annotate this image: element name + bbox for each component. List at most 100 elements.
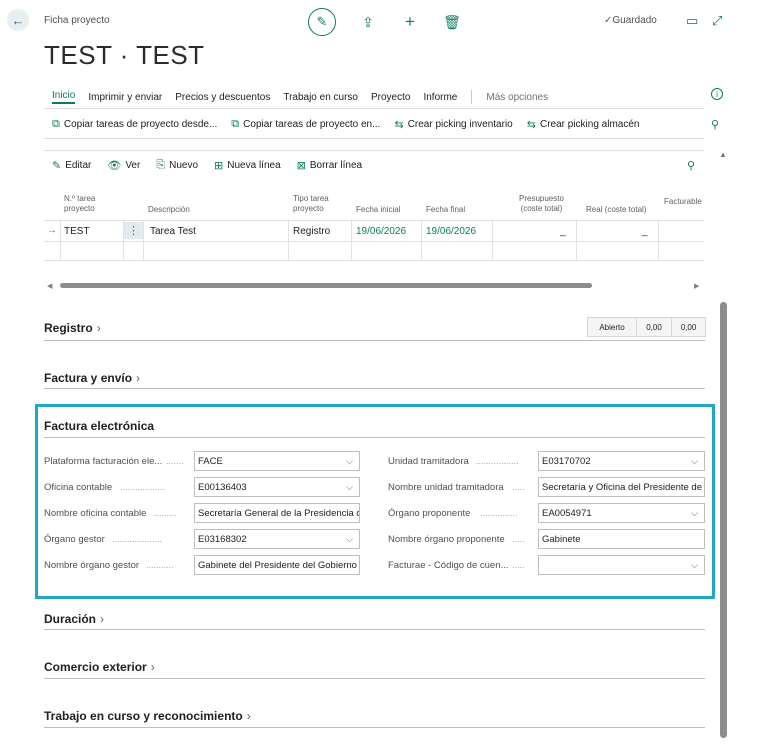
edit-mode-button[interactable]: ✎	[308, 8, 336, 36]
row-actual[interactable]: _	[642, 226, 648, 237]
chevron-right-icon: ›	[246, 709, 251, 723]
label-leader-dots: .....	[512, 560, 525, 570]
row-end-date[interactable]: 19/06/2026	[426, 226, 476, 237]
section-factura-envio[interactable]: Factura y envío ›	[44, 371, 140, 385]
plataforma-select[interactable]: FACE ⌵	[194, 451, 360, 471]
col-header-end-date[interactable]: Fecha final	[426, 205, 465, 215]
pencil-icon: ✎	[52, 160, 62, 172]
section-registro[interactable]: Registro ›	[44, 321, 101, 335]
lines-pin-icon[interactable]: ⚲	[687, 159, 695, 172]
row-task-no[interactable]: TEST	[64, 226, 90, 237]
label-leader-dots: ...........	[146, 560, 174, 570]
section-comercio-exterior[interactable]: Comercio exterior ›	[44, 660, 155, 674]
lines-top-border	[44, 150, 704, 151]
create-warehouse-pick-button[interactable]: ⇆ Crear picking almacén	[527, 118, 640, 131]
tab-mas-opciones[interactable]: Más opciones	[486, 92, 548, 103]
nav-divider	[44, 108, 704, 109]
copy-icon: ⧉	[52, 118, 60, 130]
add-icon[interactable]: +	[400, 12, 420, 32]
vertical-scrollbar[interactable]	[720, 302, 727, 738]
view-line-button[interactable]: 👁 Ver	[107, 159, 140, 172]
share-icon[interactable]: ⇪	[358, 14, 378, 31]
scroll-right-arrow[interactable]: ▶	[694, 282, 699, 290]
copy-icon: ⧉	[231, 118, 240, 130]
pin-icon[interactable]: ⚲	[711, 118, 719, 131]
oficina-contable-select[interactable]: E00136403 ⌵	[194, 477, 360, 497]
copy-tasks-to-button[interactable]: ⧉ Copiar tareas de proyecto en...	[231, 118, 380, 131]
nombre-oficina-contable-field[interactable]: Secretaría General de la Presidencia d	[194, 503, 360, 523]
section-divider	[44, 388, 705, 389]
open-new-window-icon[interactable]: ▭	[686, 13, 698, 29]
label-leader-dots: .....	[512, 534, 525, 544]
info-icon[interactable]: i	[711, 88, 723, 100]
field-label-nombre-organo-gestor: Nombre órgano gestor	[44, 560, 140, 571]
actions-divider	[44, 138, 704, 139]
field-label-plataforma: Plataforma facturación ele...	[44, 456, 163, 467]
scroll-up-arrow[interactable]: ▲	[719, 150, 727, 159]
label-leader-dots: .....	[512, 482, 525, 492]
facturae-codigo-select[interactable]: ⌵	[538, 555, 705, 575]
nombre-unidad-tramitadora-field[interactable]: Secretaría y Oficina del Presidente de	[538, 477, 705, 497]
row-task-type[interactable]: Registro	[293, 226, 330, 237]
new-button[interactable]: ⎘ Nuevo	[156, 159, 198, 172]
grid-col-border	[658, 220, 659, 260]
status-badge: Abierto	[599, 322, 625, 332]
col-header-billable[interactable]: Facturable	[664, 197, 702, 207]
section-duracion[interactable]: Duración ›	[44, 612, 104, 626]
tab-precios-descuentos[interactable]: Precios y descuentos	[175, 92, 270, 103]
edit-line-button[interactable]: ✎ Editar	[52, 159, 91, 172]
section-divider	[44, 727, 705, 728]
tab-inicio[interactable]: Inicio	[52, 90, 76, 104]
delete-line-button[interactable]: ⊠ Borrar línea	[297, 159, 362, 172]
chevron-right-icon: ›	[96, 321, 101, 335]
create-inventory-pick-button[interactable]: ⇆ Crear picking inventario	[394, 118, 512, 131]
nombre-organo-gestor-field[interactable]: Gabinete del Presidente del Gobierno	[194, 555, 360, 575]
back-button[interactable]: ←	[7, 9, 29, 31]
saved-status: ✓Guardado	[604, 15, 657, 26]
scroll-left-arrow[interactable]: ◀	[47, 282, 52, 290]
field-label-nombre-unidad-tramitadora: Nombre unidad tramitadora	[388, 482, 504, 493]
delete-line-icon: ⊠	[296, 160, 306, 172]
col-header-task-type[interactable]: Tipo tarea proyecto	[293, 194, 329, 214]
grid-row-border	[44, 260, 704, 261]
row-budget[interactable]: _	[560, 226, 566, 237]
horizontal-scrollbar[interactable]	[60, 283, 592, 288]
grid-col-border	[492, 220, 493, 260]
col-header-start-date[interactable]: Fecha inicial	[356, 205, 400, 215]
organo-gestor-select[interactable]: E03168302 ⌵	[194, 529, 360, 549]
tab-trabajo-curso[interactable]: Trabajo en curso	[283, 92, 358, 103]
copy-tasks-from-button[interactable]: ⧉ Copiar tareas de proyecto desde...	[52, 118, 217, 131]
unidad-tramitadora-select[interactable]: E03170702 ⌵	[538, 451, 705, 471]
nombre-organo-proponente-field[interactable]: Gabinete	[538, 529, 705, 549]
field-label-organo-proponente: Órgano proponente	[388, 508, 471, 519]
chevron-down-icon: ⌵	[691, 508, 698, 518]
tab-proyecto[interactable]: Proyecto	[371, 92, 410, 103]
section-divider	[44, 629, 705, 630]
action-tabs: Inicio Imprimir y enviar Precios y descu…	[52, 90, 561, 104]
col-header-actual[interactable]: Real (coste total)	[586, 205, 646, 215]
grid-col-border	[288, 220, 289, 260]
chevron-down-icon: ⌵	[346, 482, 353, 492]
grid-col-border	[143, 220, 144, 260]
label-leader-dots: .........	[154, 508, 177, 518]
label-leader-dots: ..................	[120, 482, 166, 492]
col-header-budget[interactable]: Presupuesto (coste total)	[519, 194, 564, 214]
tab-imprimir-enviar[interactable]: Imprimir y enviar	[88, 92, 162, 103]
expand-icon[interactable]: ⤢	[712, 13, 722, 29]
tab-informe[interactable]: Informe	[423, 92, 457, 103]
row-start-date[interactable]: 19/06/2026	[356, 226, 406, 237]
col-header-description[interactable]: Descripción	[148, 205, 190, 215]
row-description[interactable]: Tarea Test	[150, 226, 196, 237]
delete-icon[interactable]: 🗑	[442, 14, 462, 31]
promoted-actions: ⧉ Copiar tareas de proyecto desde... ⧉ Cop…	[52, 118, 653, 131]
organo-proponente-select[interactable]: EA0054971 ⌵	[538, 503, 705, 523]
section-factura-electronica[interactable]: Factura electrónica	[44, 419, 154, 433]
new-line-button[interactable]: ⊞ Nueva línea	[214, 159, 281, 172]
col-header-task-no[interactable]: N.º tarea proyecto	[64, 194, 95, 214]
section-divider	[44, 437, 705, 438]
grid-col-border	[576, 220, 577, 260]
field-label-facturae-codigo: Facturae - Código de cuen...	[388, 560, 509, 571]
section-trabajo-curso[interactable]: Trabajo en curso y reconocimiento ›	[44, 709, 251, 723]
field-label-unidad-tramitadora: Unidad tramitadora	[388, 456, 469, 467]
row-actions-menu-icon[interactable]: ⋮	[124, 222, 143, 239]
